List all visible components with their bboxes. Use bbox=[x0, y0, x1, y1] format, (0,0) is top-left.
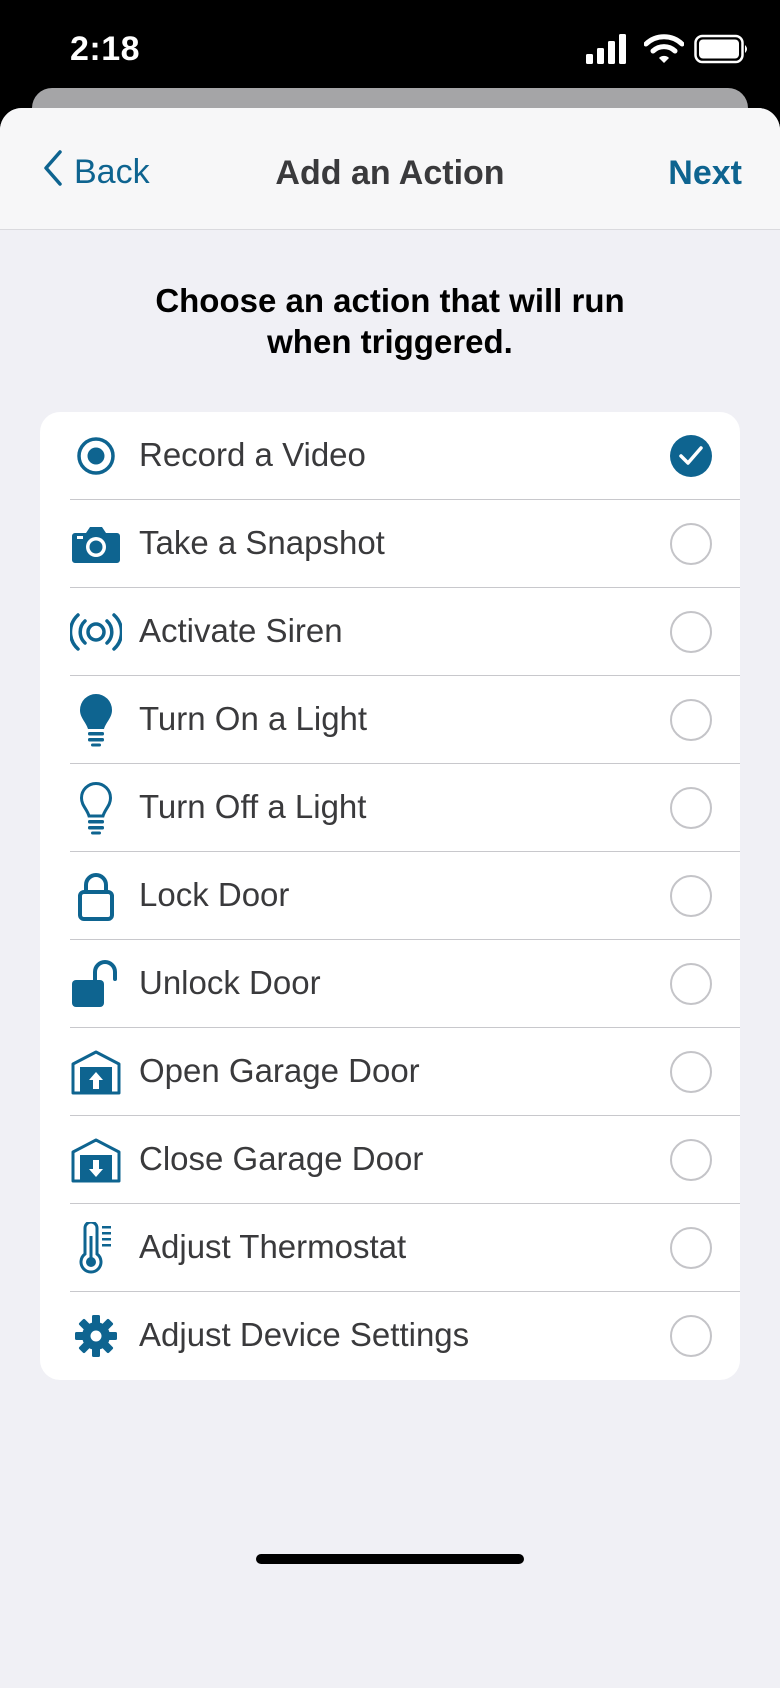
camera-icon bbox=[70, 519, 122, 569]
action-label: Turn Off a Light bbox=[139, 788, 367, 825]
siren-icon bbox=[70, 607, 122, 657]
radio-unselected[interactable] bbox=[670, 611, 712, 653]
radio-selected[interactable] bbox=[670, 435, 712, 477]
status-time: 2:18 bbox=[70, 30, 141, 68]
radio-unselected[interactable] bbox=[670, 963, 712, 1005]
light-bulb-on-icon bbox=[70, 694, 122, 747]
record-icon bbox=[70, 431, 122, 481]
thermostat-icon bbox=[70, 1222, 122, 1274]
action-row-lock-door[interactable]: Lock Door bbox=[40, 852, 740, 940]
action-label: Activate Siren bbox=[139, 612, 343, 649]
unlock-icon bbox=[70, 959, 122, 1009]
radio-unselected[interactable] bbox=[670, 787, 712, 829]
radio-unselected[interactable] bbox=[670, 1227, 712, 1269]
action-row-turn-off-light[interactable]: Turn Off a Light bbox=[40, 764, 740, 852]
garage-open-icon bbox=[70, 1047, 122, 1097]
action-label: Lock Door bbox=[139, 876, 290, 913]
action-row-turn-on-light[interactable]: Turn On a Light bbox=[40, 676, 740, 764]
garage-close-icon bbox=[70, 1135, 122, 1185]
action-list: Record a Video Take a Snapshot Activate … bbox=[40, 412, 740, 1380]
cellular-signal-icon bbox=[586, 34, 630, 69]
modal-sheet: Back Add an Action Next Choose an action… bbox=[0, 108, 780, 1688]
next-button[interactable]: Next bbox=[668, 154, 742, 193]
action-label: Open Garage Door bbox=[139, 1052, 420, 1089]
radio-unselected[interactable] bbox=[670, 875, 712, 917]
action-label: Adjust Thermostat bbox=[139, 1228, 407, 1265]
action-row-adjust-device-settings[interactable]: Adjust Device Settings bbox=[40, 1292, 740, 1380]
action-label: Adjust Device Settings bbox=[139, 1316, 470, 1353]
battery-icon bbox=[694, 34, 750, 69]
radio-unselected[interactable] bbox=[670, 1315, 712, 1357]
action-row-close-garage-door[interactable]: Close Garage Door bbox=[40, 1116, 740, 1204]
wifi-icon bbox=[643, 34, 685, 69]
action-row-record-video[interactable]: Record a Video bbox=[40, 412, 740, 500]
action-row-adjust-thermostat[interactable]: Adjust Thermostat bbox=[40, 1204, 740, 1292]
action-label: Take a Snapshot bbox=[139, 524, 385, 561]
home-indicator[interactable] bbox=[256, 1554, 524, 1564]
action-row-open-garage-door[interactable]: Open Garage Door bbox=[40, 1028, 740, 1116]
light-bulb-off-icon bbox=[70, 781, 122, 835]
action-label: Turn On a Light bbox=[139, 700, 368, 737]
action-label: Record a Video bbox=[139, 436, 366, 473]
page-title: Add an Action bbox=[275, 154, 505, 192]
checkmark-icon bbox=[679, 446, 703, 465]
action-row-unlock-door[interactable]: Unlock Door bbox=[40, 940, 740, 1028]
gear-icon bbox=[70, 1311, 122, 1361]
action-label: Unlock Door bbox=[139, 964, 321, 1001]
status-bar: 2:18 bbox=[0, 0, 780, 100]
radio-unselected[interactable] bbox=[670, 523, 712, 565]
radio-unselected[interactable] bbox=[670, 1139, 712, 1181]
action-row-take-snapshot[interactable]: Take a Snapshot bbox=[40, 500, 740, 588]
status-icons bbox=[540, 34, 760, 70]
radio-unselected[interactable] bbox=[670, 1051, 712, 1093]
lock-icon bbox=[70, 871, 122, 921]
instruction-text: Choose an action that will run when trig… bbox=[155, 282, 625, 360]
action-row-activate-siren[interactable]: Activate Siren bbox=[40, 588, 740, 676]
radio-unselected[interactable] bbox=[670, 699, 712, 741]
action-label: Close Garage Door bbox=[139, 1140, 424, 1177]
nav-bar: Back Add an Action Next bbox=[0, 108, 780, 230]
